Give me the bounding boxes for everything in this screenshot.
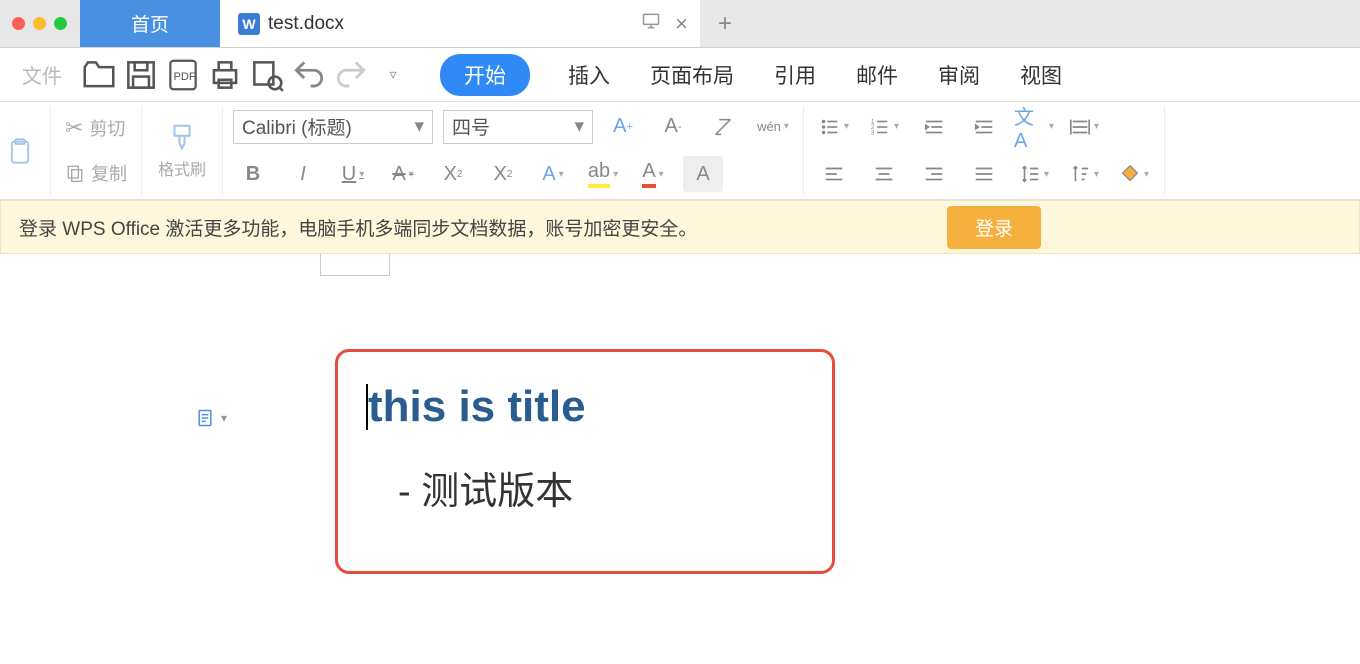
document-icon (195, 408, 215, 428)
shrink-font-button[interactable]: A- (653, 109, 693, 145)
strikethrough-button[interactable]: A (383, 156, 423, 192)
distributed-button[interactable] (1064, 109, 1104, 145)
font-size-value: 四号 (452, 113, 490, 140)
page-options-handle[interactable]: ▾ (195, 408, 227, 428)
font-color-button[interactable]: A (633, 156, 673, 192)
tab-home[interactable]: 首页 (80, 0, 220, 47)
ribbon: ✂剪切 复制 格式刷 Calibri (标题) ▾ 四号 ▾ A+ A- wén B… (0, 102, 1360, 200)
subscript-button[interactable]: X2 (483, 156, 523, 192)
banner-text: 登录 WPS Office 激活更多功能，电脑手机多端同步文档数据，账号加密更安… (19, 214, 697, 241)
copy-button[interactable]: 复制 (61, 158, 131, 188)
new-tab-button[interactable]: + (700, 0, 750, 47)
ribbon-tab-mail[interactable]: 邮件 (854, 54, 900, 96)
copy-icon (65, 163, 85, 183)
login-banner: 登录 WPS Office 激活更多功能，电脑手机多端同步文档数据，账号加密更安… (0, 200, 1360, 254)
shading-button[interactable] (1114, 156, 1154, 192)
align-center-button[interactable] (864, 156, 904, 192)
traffic-lights (0, 0, 80, 47)
document-title-text: this is title (368, 382, 586, 431)
save-icon[interactable] (122, 56, 160, 94)
character-shading-button[interactable]: A (683, 156, 723, 192)
chevron-down-icon: ▾ (414, 115, 424, 138)
ribbon-tabs: 开始 插入 页面布局 引用 邮件 审阅 视图 (440, 54, 1064, 96)
print-icon[interactable] (206, 56, 244, 94)
tab-document[interactable]: W test.docx × (220, 0, 700, 47)
tab-document-label: test.docx (268, 13, 344, 35)
menubar: 文件 PDF ▿ 开始 插入 页面布局 引用 邮件 审阅 视图 (0, 48, 1360, 102)
plus-icon: + (718, 10, 732, 38)
italic-button[interactable]: I (283, 156, 323, 192)
ruler-tab-stop[interactable] (320, 254, 390, 276)
paste-icon (6, 137, 34, 165)
annotation-highlight: this is title - 测试版本 (335, 349, 835, 574)
chevron-down-icon: ▾ (574, 115, 584, 138)
presentation-icon[interactable] (641, 11, 661, 37)
redo-icon[interactable] (332, 56, 370, 94)
cut-label: 剪切 (89, 115, 125, 141)
align-justify-button[interactable] (964, 156, 1004, 192)
phonetic-guide-button[interactable]: wén (753, 109, 793, 145)
increase-indent-button[interactable] (964, 109, 1004, 145)
text-effects-button[interactable]: A (533, 156, 573, 192)
titlebar: 首页 W test.docx × + (0, 0, 1360, 48)
text-direction-button[interactable]: 文A (1014, 109, 1054, 145)
superscript-button[interactable]: X2 (433, 156, 473, 192)
undo-icon[interactable] (290, 56, 328, 94)
svg-text:PDF: PDF (174, 70, 196, 82)
bullets-button[interactable] (814, 109, 854, 145)
document-area: ▾ this is title - 测试版本 (0, 254, 1360, 664)
align-right-button[interactable] (914, 156, 954, 192)
open-icon[interactable] (80, 56, 118, 94)
close-window-button[interactable] (12, 17, 25, 30)
ribbon-tab-insert[interactable]: 插入 (566, 54, 612, 96)
sort-button[interactable] (1064, 156, 1104, 192)
brush-icon (167, 122, 197, 152)
document-title[interactable]: this is title (368, 382, 802, 432)
numbering-button[interactable]: 123 (864, 109, 904, 145)
format-painter-button[interactable]: 格式刷 (152, 122, 212, 180)
text-cursor (366, 384, 368, 430)
copy-label: 复制 (91, 160, 127, 186)
ribbon-tab-view[interactable]: 视图 (1018, 54, 1064, 96)
bold-button[interactable]: B (233, 156, 273, 192)
document-subtitle[interactable]: - 测试版本 (368, 460, 802, 515)
format-painter-label: 格式刷 (158, 156, 206, 180)
decrease-indent-button[interactable] (914, 109, 954, 145)
font-size-combo[interactable]: 四号 ▾ (443, 110, 593, 144)
align-left-button[interactable] (814, 156, 854, 192)
font-name-combo[interactable]: Calibri (标题) ▾ (233, 110, 433, 144)
ribbon-tab-layout[interactable]: 页面布局 (648, 54, 736, 96)
underline-button[interactable]: U (333, 156, 373, 192)
font-name-value: Calibri (标题) (242, 113, 352, 140)
print-preview-icon[interactable] (248, 56, 286, 94)
wps-writer-icon: W (238, 13, 260, 35)
export-pdf-icon[interactable]: PDF (164, 56, 202, 94)
ribbon-tab-reference[interactable]: 引用 (772, 54, 818, 96)
qat-dropdown-icon[interactable]: ▿ (374, 56, 412, 94)
clear-format-button[interactable] (703, 109, 743, 145)
menu-file[interactable]: 文件 (8, 60, 76, 89)
grow-font-button[interactable]: A+ (603, 109, 643, 145)
line-spacing-button[interactable] (1014, 156, 1054, 192)
highlight-color-button[interactable]: ab (583, 156, 623, 192)
minimize-window-button[interactable] (33, 17, 46, 30)
close-tab-icon[interactable]: × (675, 11, 688, 37)
ribbon-tab-start[interactable]: 开始 (440, 54, 530, 96)
maximize-window-button[interactable] (54, 17, 67, 30)
tab-home-label: 首页 (131, 10, 169, 37)
cut-button[interactable]: ✂剪切 (61, 113, 131, 143)
ribbon-tab-review[interactable]: 审阅 (936, 54, 982, 96)
paste-button[interactable] (0, 137, 40, 165)
svg-text:3: 3 (871, 129, 875, 136)
chevron-down-icon: ▾ (221, 411, 227, 425)
scissors-icon: ✂ (65, 115, 83, 141)
login-button[interactable]: 登录 (947, 206, 1041, 249)
